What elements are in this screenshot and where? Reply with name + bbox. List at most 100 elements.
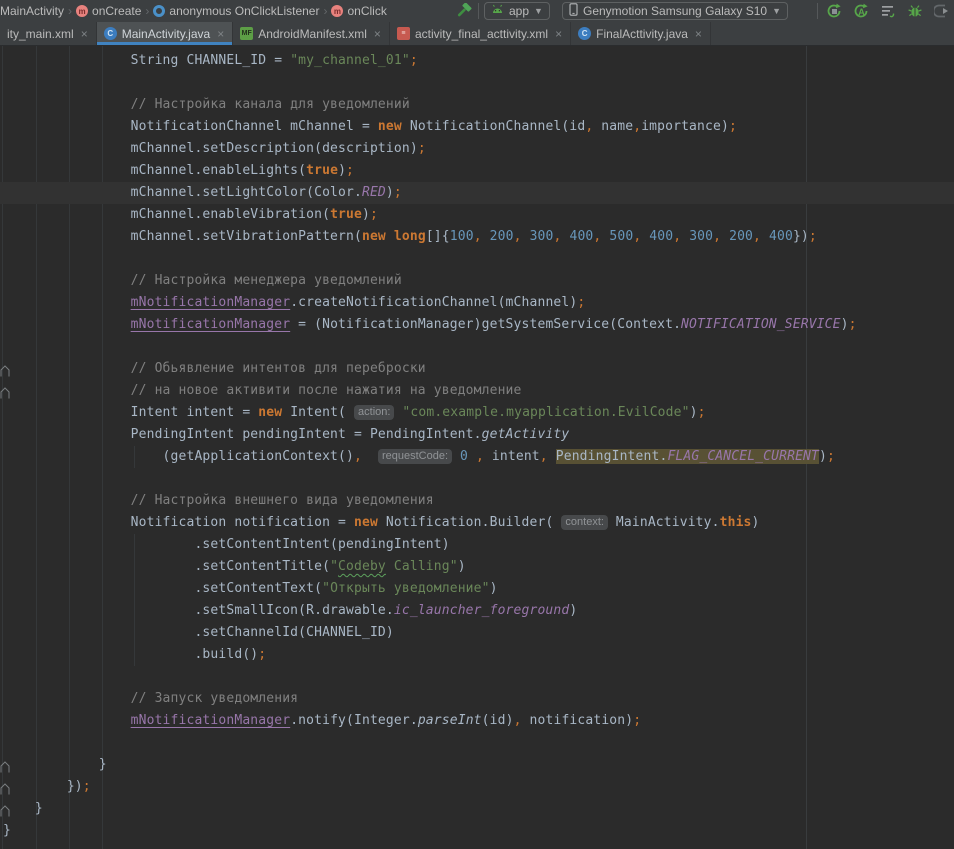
code-line: .setChannelId(CHANNEL_ID) [0, 622, 954, 644]
close-icon[interactable]: × [695, 27, 702, 41]
code-line: } [0, 820, 954, 842]
code-token: ) [338, 163, 346, 178]
stop-icon[interactable] [934, 3, 950, 19]
code-line: Intent intent = new Intent( action: "com… [0, 402, 954, 424]
code-token: mChannel.enableVibration( [131, 207, 330, 222]
breadcrumb-label: MainActivity [0, 4, 64, 18]
code-token: .setSmallIcon(R.drawable. [194, 603, 393, 618]
fold-marker-icon[interactable] [0, 803, 10, 815]
run-config-select[interactable]: app ▼ [484, 2, 550, 20]
code-token: ) [458, 559, 466, 574]
indent-spaces [3, 559, 194, 574]
code-line [0, 666, 954, 688]
code-line: mNotificationManager.notify(Integer.pars… [0, 710, 954, 732]
build-hammer-icon[interactable] [456, 3, 472, 19]
code-token: } [35, 801, 43, 816]
breadcrumb-separator-icon: › [144, 4, 150, 18]
code-token: , [514, 229, 522, 244]
code-line: mChannel.enableVibration(true); [0, 204, 954, 226]
indent-spaces [3, 449, 163, 464]
editor-tab[interactable]: ity_main.xml × [0, 22, 97, 45]
close-icon[interactable]: × [555, 27, 562, 41]
code-token [761, 229, 769, 244]
tab-label: MainActivity.java [122, 27, 210, 41]
code-line: .setContentIntent(pendingIntent) [0, 534, 954, 556]
breadcrumb-item[interactable]: monClick [331, 4, 386, 18]
code-line: Notification notification = new Notifica… [0, 512, 954, 534]
code-token: ; [410, 53, 418, 68]
breadcrumb-label: onCreate [92, 4, 141, 18]
code-token: , [354, 449, 362, 464]
code-token: .build() [194, 647, 258, 662]
code-token: Codeby [338, 559, 386, 574]
code-line: // Настройка менеджера уведомлений [0, 270, 954, 292]
fold-marker-icon[interactable] [0, 759, 10, 771]
indent-spaces [3, 757, 99, 772]
indent-spaces [3, 119, 131, 134]
fold-marker-icon[interactable] [0, 385, 10, 397]
code-token: ) [752, 515, 760, 530]
code-line: // Настройка канала для уведомлений [0, 94, 954, 116]
code-token: = (NotificationManager)getSystemService(… [290, 317, 681, 332]
apply-changes-restart-button[interactable] [826, 3, 842, 19]
device-select[interactable]: Genymotion Samsung Galaxy S10 ▼ [562, 2, 788, 20]
code-line: } [0, 798, 954, 820]
close-icon[interactable]: × [81, 27, 88, 41]
code-token: Calling" [386, 559, 458, 574]
code-token: ) [841, 317, 849, 332]
code-token: ; [370, 207, 378, 222]
editor-tab[interactable]: CFinalActtivity.java× [571, 22, 711, 45]
indent-spaces [3, 537, 194, 552]
code-token: ) [569, 603, 577, 618]
code-token: String CHANNEL_ID = [131, 53, 291, 68]
fold-marker-icon[interactable] [0, 781, 10, 793]
code-token: , [474, 229, 482, 244]
code-token: ; [83, 779, 91, 794]
code-token: "my_channel_01" [290, 53, 410, 68]
code-token [548, 449, 556, 464]
code-token: , [540, 449, 548, 464]
code-token: 300 [530, 229, 554, 244]
breadcrumb-separator-icon: › [67, 4, 73, 18]
breadcrumb-item[interactable]: monCreate [76, 4, 141, 18]
code-token: 400 [769, 229, 793, 244]
code-line [0, 468, 954, 490]
code-line: (getApplicationContext(), requestCode: 0… [0, 446, 954, 468]
debug-button[interactable] [907, 3, 923, 19]
code-token: ; [394, 185, 402, 200]
profiler-icon[interactable] [880, 3, 896, 19]
tab-label: ity_main.xml [7, 27, 74, 41]
breadcrumb-item[interactable]: anonymous OnClickListener [153, 4, 319, 18]
breadcrumb-item[interactable]: MainActivity [0, 4, 64, 18]
param-hint: requestCode: [378, 449, 452, 464]
code-token: ; [418, 141, 426, 156]
code-token: .setChannelId(CHANNEL_ID) [194, 625, 393, 640]
code-line: // Запуск уведомления [0, 688, 954, 710]
code-line: String CHANNEL_ID = "my_channel_01"; [0, 50, 954, 72]
code-token: (getApplicationContext() [163, 449, 354, 464]
close-icon[interactable]: × [217, 27, 224, 41]
apply-code-changes-button[interactable]: A [853, 3, 869, 19]
code-token: new [354, 515, 378, 530]
indent-spaces [3, 603, 194, 618]
editor-tab[interactable]: MFAndroidManifest.xml× [233, 22, 390, 45]
fold-marker-icon[interactable] [0, 363, 10, 375]
code-line: // на новое активити после нажатия на ув… [0, 380, 954, 402]
editor-tab[interactable]: ≡activity_final_acttivity.xml× [390, 22, 571, 45]
code-token: new [258, 405, 282, 420]
code-line: // Настройка внешнего вида уведомления [0, 490, 954, 512]
code-line: // Обьявление интентов для переброски [0, 358, 954, 380]
code-token: , [753, 229, 761, 244]
indent-spaces [3, 163, 131, 178]
code-line: .setSmallIcon(R.drawable.ic_launcher_for… [0, 600, 954, 622]
editor-tab[interactable]: CMainActivity.java× [97, 22, 234, 45]
code-editor[interactable]: String CHANNEL_ID = "my_channel_01"; // … [0, 46, 954, 849]
code-lines: String CHANNEL_ID = "my_channel_01"; // … [0, 50, 954, 849]
close-icon[interactable]: × [374, 27, 381, 41]
code-token: long [394, 229, 426, 244]
code-token: , [673, 229, 681, 244]
code-token [468, 449, 476, 464]
param-hint: action: [354, 405, 394, 420]
code-token: .setContentIntent(pendingIntent) [194, 537, 449, 552]
code-line [0, 336, 954, 358]
